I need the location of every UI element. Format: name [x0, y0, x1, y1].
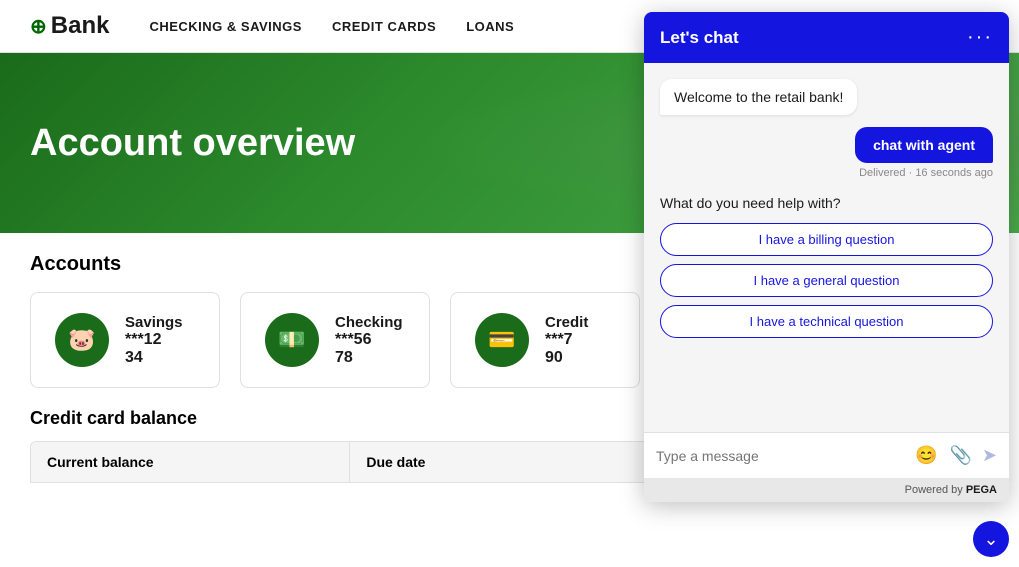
send-icon: ➤	[982, 445, 997, 466]
checking-icon: 💵	[265, 313, 319, 367]
welcome-message: Welcome to the retail bank!	[660, 79, 857, 115]
credit-icon: 💳	[475, 313, 529, 367]
bank-logo[interactable]: ⊕ Bank	[30, 12, 109, 40]
attachment-button[interactable]: 📎	[947, 443, 973, 468]
chat-more-options-button[interactable]: ···	[967, 26, 993, 49]
technical-question-button[interactable]: I have a technical question	[660, 305, 993, 338]
savings-number1: ***12	[125, 331, 183, 349]
powered-by-text: Powered by	[905, 484, 966, 496]
general-question-button[interactable]: I have a general question	[660, 264, 993, 297]
credit-type: Credit	[545, 314, 588, 331]
chat-widget: Let's chat ··· Welcome to the retail ban…	[644, 12, 1009, 502]
nav-loans[interactable]: LOANS	[466, 19, 514, 34]
savings-account-card[interactable]: 🐷 Savings ***12 34	[30, 292, 220, 388]
col-due-date: Due date	[350, 442, 669, 482]
billing-question-button[interactable]: I have a billing question	[660, 223, 993, 256]
emoji-button[interactable]: 😊	[913, 443, 939, 468]
page-title: Account overview	[30, 122, 355, 165]
savings-info: Savings ***12 34	[125, 314, 183, 367]
scroll-down-button[interactable]: ⌄	[973, 521, 1009, 557]
credit-info: Credit ***7 90	[545, 314, 588, 367]
credit-number2: 90	[545, 349, 588, 367]
chat-title: Let's chat	[660, 28, 739, 48]
savings-type: Savings	[125, 314, 183, 331]
quick-replies: I have a billing question I have a gener…	[660, 223, 993, 338]
nav-checking-savings[interactable]: CHECKING & SAVINGS	[149, 19, 302, 34]
credit-number1: ***7	[545, 331, 588, 349]
savings-icon: 🐷	[55, 313, 109, 367]
main-nav: CHECKING & SAVINGS CREDIT CARDS LOANS	[149, 19, 514, 34]
help-question: What do you need help with?	[660, 195, 993, 211]
chat-input-area: 😊 📎 ➤	[644, 432, 1009, 478]
agent-message-wrap: chat with agent Delivered · 16 seconds a…	[660, 127, 993, 179]
checking-account-card[interactable]: 💵 Checking ***56 78	[240, 292, 430, 388]
pega-brand: PEGA	[966, 484, 997, 496]
checking-number1: ***56	[335, 331, 403, 349]
savings-number2: 34	[125, 349, 183, 367]
checking-type: Checking	[335, 314, 403, 331]
chevron-down-icon: ⌄	[983, 529, 998, 550]
credit-account-card[interactable]: 💳 Credit ***7 90	[450, 292, 640, 388]
chat-message-input[interactable]	[656, 448, 905, 464]
checking-number2: 78	[335, 349, 403, 367]
chat-input-row: 😊 📎 ➤	[656, 443, 997, 468]
nav-credit-cards[interactable]: CREDIT CARDS	[332, 19, 436, 34]
chat-with-agent-bubble[interactable]: chat with agent	[855, 127, 993, 163]
chat-footer: Powered by PEGA	[644, 478, 1009, 502]
checking-info: Checking ***56 78	[335, 314, 403, 367]
chat-header: Let's chat ···	[644, 12, 1009, 63]
delivered-status: Delivered · 16 seconds ago	[859, 167, 993, 179]
chat-messages-area: Welcome to the retail bank! chat with ag…	[644, 63, 1009, 432]
logo-text: Bank	[51, 12, 110, 40]
col-current-balance: Current balance	[31, 442, 350, 482]
logo-icon: ⊕	[30, 14, 47, 39]
